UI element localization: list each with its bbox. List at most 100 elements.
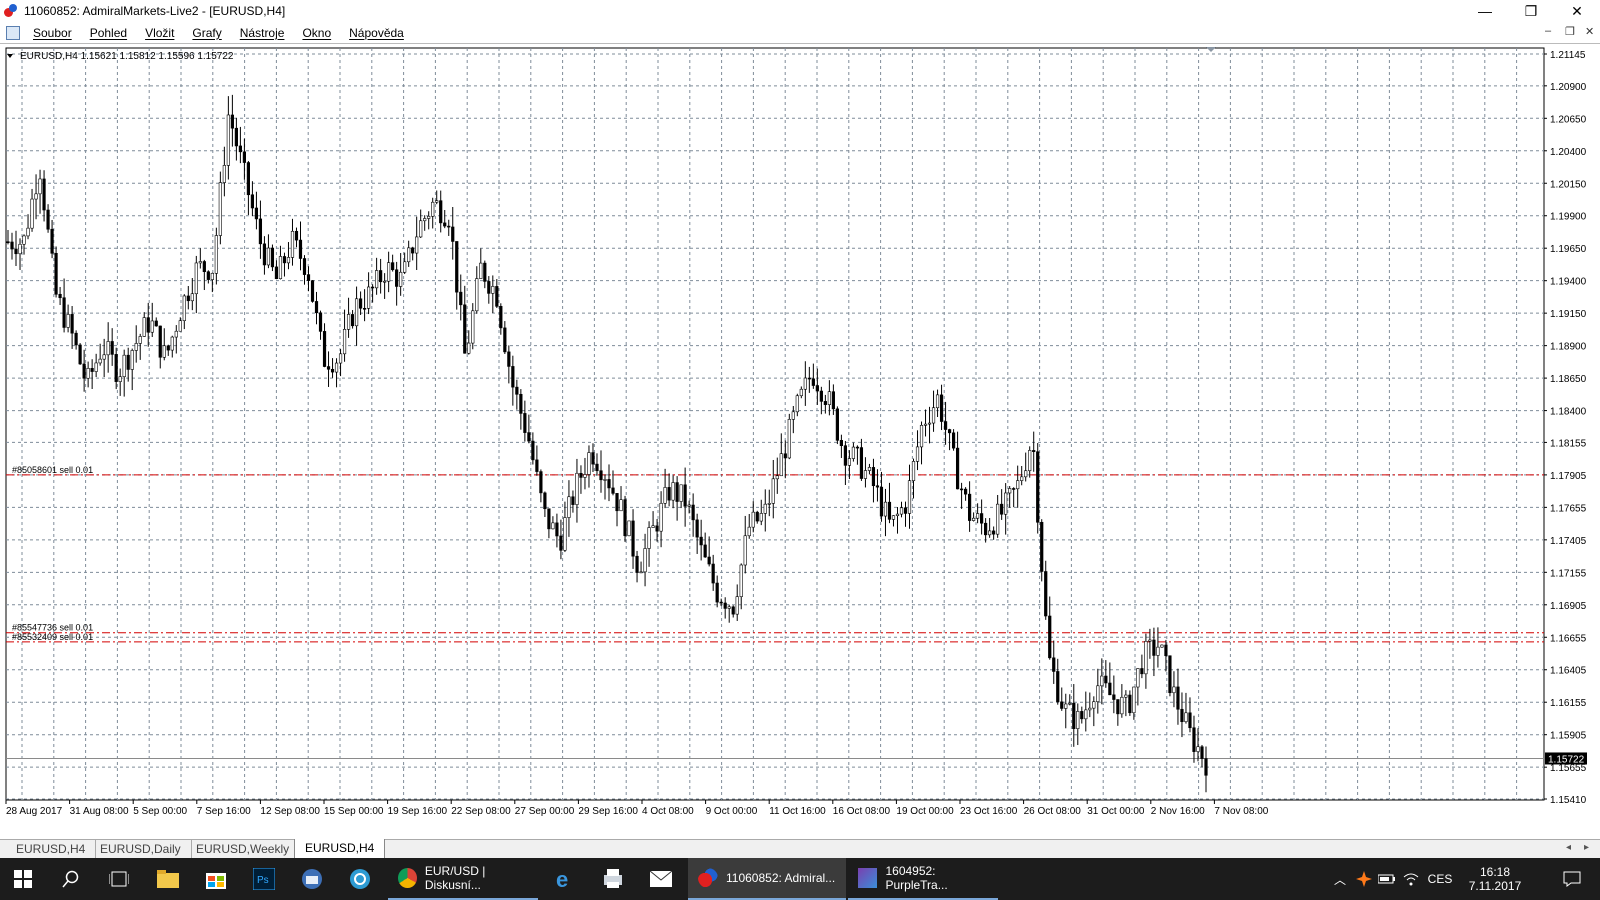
candle-body xyxy=(170,336,174,351)
task-purpletrading[interactable]: 1604952: PurpleTra... xyxy=(848,858,998,900)
menu-soubor[interactable]: Soubor xyxy=(24,26,81,40)
candle-body xyxy=(186,295,190,302)
menu-grafy[interactable]: Grafy xyxy=(183,26,230,40)
candle-body xyxy=(242,151,246,163)
candle-body xyxy=(479,262,483,279)
candle-body xyxy=(671,482,675,501)
candle-body xyxy=(963,488,968,495)
tab-scroll-left-icon[interactable]: ◂ xyxy=(1566,842,1571,853)
mdi-restore-button[interactable]: ❐ xyxy=(1565,25,1575,38)
candle-body xyxy=(298,239,303,259)
task-view-icon[interactable] xyxy=(96,858,142,900)
candle-body xyxy=(395,269,399,287)
document-icon[interactable] xyxy=(6,25,20,40)
candle-body xyxy=(310,280,315,302)
candle-body xyxy=(86,368,90,379)
chrome-icon xyxy=(398,868,417,888)
restore-button[interactable]: ❐ xyxy=(1508,0,1554,22)
candle-body xyxy=(984,522,988,536)
candle-body xyxy=(214,235,218,274)
mdi-close-button[interactable]: ✕ xyxy=(1585,25,1594,38)
mail-icon[interactable] xyxy=(638,858,684,900)
candle-body xyxy=(467,342,471,354)
candle-body xyxy=(1004,492,1008,515)
chart-window[interactable]: #85058601 sell 0.01 #85547736 sell 0.01 #8… xyxy=(0,43,1600,839)
menu-napoveda[interactable]: Nápověda xyxy=(340,26,413,40)
store-icon[interactable] xyxy=(194,858,238,900)
candle-body xyxy=(795,395,799,413)
minimize-button[interactable]: — xyxy=(1462,0,1508,22)
tray-app-icon[interactable] xyxy=(1354,858,1374,900)
candle-body xyxy=(10,241,14,250)
candle-body xyxy=(663,487,667,504)
tab-scroll-right-icon[interactable]: ▸ xyxy=(1584,842,1589,853)
close-button[interactable]: ✕ xyxy=(1554,0,1600,22)
candle-body xyxy=(943,421,948,430)
tab-eurusd-h4-active[interactable]: EURUSD,H4 xyxy=(294,839,386,859)
candle-body xyxy=(1172,686,1176,694)
clock[interactable]: 16:18 7.11.2017 xyxy=(1460,858,1530,900)
candle-body xyxy=(495,286,499,307)
y-tick-label: 1.16655 xyxy=(1550,633,1587,644)
candle-body xyxy=(683,484,687,507)
tab-eurusd-h4[interactable]: EURUSD,H4 xyxy=(6,840,97,859)
menu-okno[interactable]: Okno xyxy=(293,26,340,40)
menu-nastroje[interactable]: Nástroje xyxy=(231,26,294,40)
candle-body xyxy=(1008,488,1012,494)
file-explorer-icon[interactable] xyxy=(146,858,190,900)
tray-chevron-up-icon[interactable]: ︿ xyxy=(1330,858,1350,900)
menu-pohled[interactable]: Pohled xyxy=(81,26,136,40)
tab-eurusd-daily[interactable]: EURUSD,Daily xyxy=(90,840,192,859)
thunderbird-icon[interactable] xyxy=(290,858,334,900)
wifi-icon[interactable] xyxy=(1400,858,1422,900)
candle-body xyxy=(959,488,964,491)
menu-vlozit[interactable]: Vložit xyxy=(136,26,183,40)
candle-body xyxy=(1188,712,1192,729)
candle-body xyxy=(206,271,210,280)
candle-body xyxy=(350,314,355,327)
candle-body xyxy=(74,332,78,346)
language-indicator[interactable]: CES xyxy=(1424,858,1456,900)
candle-body xyxy=(222,165,226,183)
candle-body xyxy=(831,391,835,410)
app-icon[interactable] xyxy=(338,858,382,900)
candle-body xyxy=(166,345,170,351)
candle-body xyxy=(779,453,783,477)
x-tick-label: 15 Sep 00:00 xyxy=(324,806,384,817)
candle-body xyxy=(330,368,335,373)
notifications-icon[interactable] xyxy=(1552,858,1592,900)
tab-eurusd-weekly[interactable]: EURUSD,Weekly xyxy=(186,840,301,859)
candle-body xyxy=(615,493,619,512)
search-icon[interactable] xyxy=(48,858,94,900)
mdi-minimize-button[interactable]: – xyxy=(1545,25,1551,37)
chart-dropdown-icon[interactable] xyxy=(7,54,13,58)
windows-icon[interactable] xyxy=(0,858,46,900)
candle-body xyxy=(338,353,343,364)
battery-icon[interactable] xyxy=(1376,858,1398,900)
price-chart[interactable]: #85058601 sell 0.01#85547736 sell 0.01#8… xyxy=(0,44,1600,840)
candle-body xyxy=(935,394,940,409)
candle-body xyxy=(972,517,976,521)
candle-body xyxy=(763,503,767,514)
candle-body xyxy=(54,252,58,295)
candle-body xyxy=(194,262,198,295)
candle-body xyxy=(811,378,815,386)
candle-body xyxy=(14,248,18,255)
candle-body xyxy=(1080,711,1084,720)
candle-body xyxy=(294,230,299,241)
task-chrome[interactable]: EUR/USD | Diskusní... xyxy=(388,858,538,900)
candle-body xyxy=(783,453,787,459)
printer-icon[interactable] xyxy=(590,858,636,900)
y-tick-label: 1.20400 xyxy=(1550,147,1587,158)
candle-body xyxy=(743,535,747,566)
candle-body xyxy=(1092,701,1096,709)
candle-body xyxy=(627,520,631,537)
candle-body xyxy=(523,413,527,433)
x-tick-label: 19 Oct 00:00 xyxy=(896,806,954,817)
candle-body xyxy=(803,377,807,390)
task-metatrader[interactable]: 11060852: Admiral... xyxy=(688,858,846,900)
edge-icon[interactable]: e xyxy=(542,858,588,900)
candle-body xyxy=(599,470,603,481)
photoshop-icon[interactable]: Ps xyxy=(242,858,286,900)
candle-body xyxy=(727,606,731,609)
